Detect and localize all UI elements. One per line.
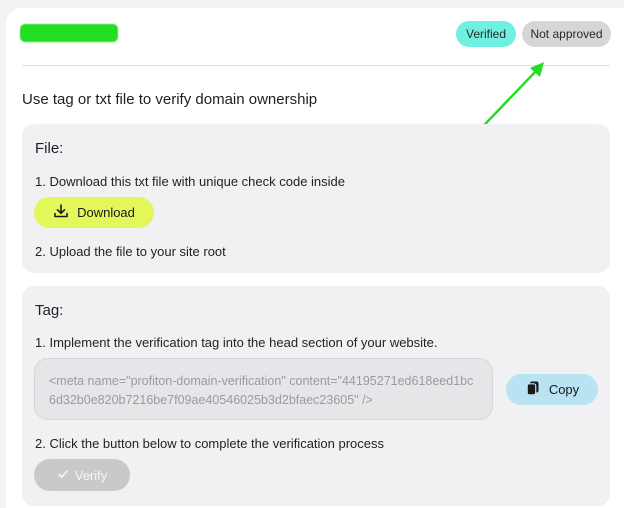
tag-step-2: 2. Click the button below to complete th…	[35, 436, 385, 451]
tag-step-1: 1. Implement the verification tag into t…	[35, 335, 438, 350]
download-icon	[53, 203, 69, 222]
copy-icon	[525, 380, 541, 399]
tag-section: Tag: 1. Implement the verification tag i…	[22, 286, 610, 506]
verified-badge[interactable]: Verified	[456, 21, 516, 47]
redacted-domain-name	[20, 24, 118, 42]
not-approved-badge[interactable]: Not approved	[522, 21, 611, 47]
copy-button-label: Copy	[548, 382, 580, 397]
verify-button-label: Verify	[74, 467, 108, 483]
download-button-label: Download	[77, 205, 135, 220]
file-step-1: 1. Download this txt file with unique ch…	[35, 174, 346, 189]
tag-section-title: Tag:	[35, 302, 64, 319]
file-step-2: 2. Upload the file to your site root	[35, 244, 226, 259]
file-section-title: File:	[35, 140, 64, 157]
verify-button[interactable]: Verify	[34, 459, 130, 491]
check-icon	[57, 468, 69, 483]
header-divider	[22, 65, 610, 66]
download-button[interactable]: Download	[34, 197, 154, 228]
file-section: File: 1. Download this txt file with uni…	[22, 124, 610, 273]
page-heading: Use tag or txt file to verify domain own…	[22, 91, 318, 108]
copy-button[interactable]: Copy	[506, 374, 598, 405]
meta-tag-code[interactable]: <meta name="profiton-domain-verification…	[34, 358, 493, 420]
